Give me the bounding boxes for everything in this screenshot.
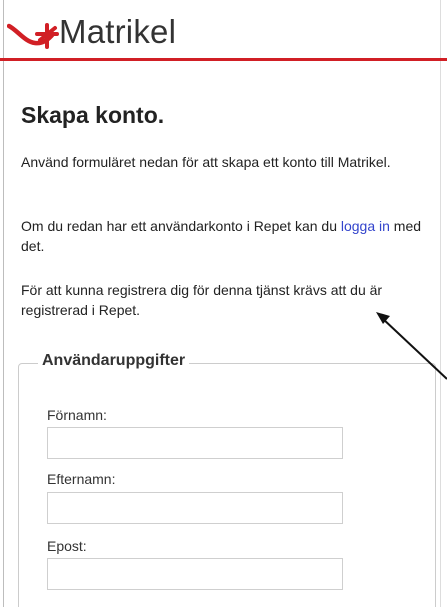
last-name-label: Efternamn: (47, 471, 116, 487)
logo[interactable]: Matrikel (7, 12, 176, 52)
right-border (440, 0, 441, 607)
left-border (3, 0, 4, 607)
fieldset-legend: Användaruppgifter (38, 349, 190, 373)
first-name-input[interactable] (47, 427, 343, 459)
intro-text: Använd formuläret nedan för att skapa et… (21, 154, 391, 170)
login-link[interactable]: logga in (341, 218, 390, 234)
page-title: Skapa konto. (21, 102, 165, 128)
email-input[interactable] (47, 558, 343, 590)
login-text: Om du redan har ett användarkonto i Repe… (21, 216, 431, 256)
last-name-input[interactable] (47, 492, 343, 524)
first-name-label: Förnamn: (47, 407, 107, 423)
requirement-text: För att kunna registrera dig för denna t… (21, 282, 383, 318)
site-header: Matrikel (0, 0, 447, 62)
header-rule (0, 58, 447, 61)
main-content: Skapa konto. Använd formuläret nedan för… (21, 62, 436, 318)
logo-text: Matrikel (59, 13, 177, 50)
login-prefix: Om du redan har ett användarkonto i Repe… (21, 218, 341, 234)
page: Matrikel Skapa konto. Använd formuläret … (0, 0, 447, 607)
matrikel-logo-icon (7, 23, 59, 49)
email-label: Epost: (47, 538, 87, 554)
